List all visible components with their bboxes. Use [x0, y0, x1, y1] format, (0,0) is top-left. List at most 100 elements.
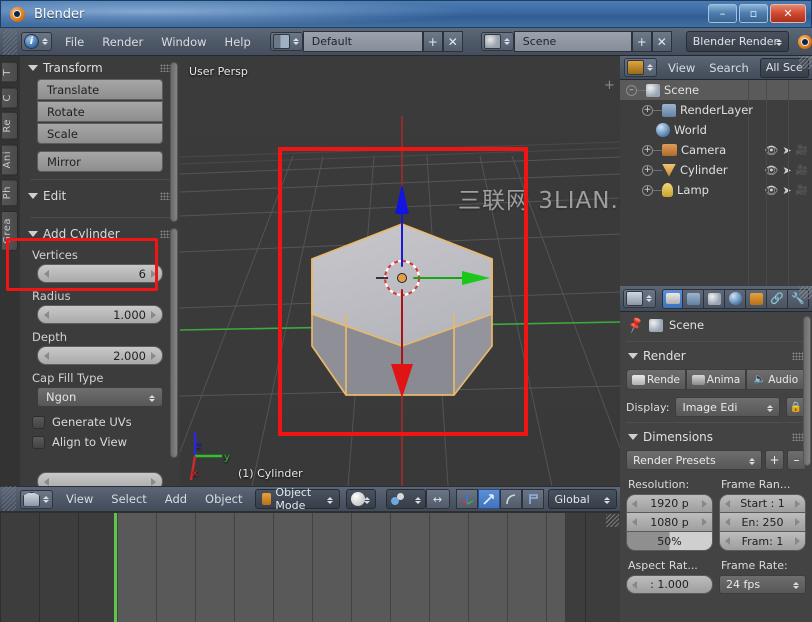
menu-render[interactable]: Render [93, 29, 152, 55]
timeline-playhead[interactable] [114, 513, 117, 622]
manipulator-toggle-button[interactable]: ↔ [425, 489, 450, 509]
properties-tab-world[interactable] [725, 288, 746, 309]
screen-layout-selector[interactable] [269, 32, 303, 51]
timeline-editor[interactable] [0, 511, 620, 622]
transform-orientation-selector[interactable]: Global [547, 489, 617, 509]
cursor-select-icon[interactable]: ➤ [782, 144, 791, 157]
decrement-arrow-icon[interactable] [632, 500, 637, 508]
outliner-row-world[interactable]: World [620, 120, 812, 140]
menu-select[interactable]: Select [102, 486, 155, 512]
resolution-x-input[interactable]: 1920 p [626, 494, 713, 513]
resolution-percentage-input[interactable]: 50% [626, 532, 713, 551]
maximize-button[interactable]: ▫ [739, 4, 768, 23]
camera-render-icon[interactable]: 🎥 [796, 165, 808, 176]
panel-header-add-cylinder[interactable]: Add Cylinder [20, 222, 180, 245]
translate-button[interactable]: Translate [37, 79, 163, 100]
outliner-row-camera[interactable]: + Camera 👁 ➤ 🎥 [620, 140, 812, 160]
add-preset-button[interactable]: + [765, 450, 784, 470]
decrement-arrow-icon[interactable] [632, 581, 637, 589]
decrement-arrow-icon[interactable] [44, 311, 49, 319]
increment-arrow-icon[interactable] [151, 270, 156, 278]
menu-help[interactable]: Help [216, 29, 260, 55]
toolshelf-scrollbar-upper[interactable] [170, 62, 178, 222]
cursor-select-icon[interactable]: ➤ [782, 184, 791, 197]
properties-tab-constraints[interactable]: 🔗 [767, 288, 788, 309]
frame-end-input[interactable]: En: 250 [719, 513, 806, 532]
minimize-button[interactable]: – [708, 4, 737, 23]
screen-layout-name[interactable]: Default [302, 31, 423, 52]
tool-tab-tools[interactable]: T [2, 62, 18, 83]
tool-tab-physics[interactable]: Ph [2, 179, 18, 207]
close-button[interactable]: ✕ [770, 4, 806, 23]
cap-fill-type-select[interactable]: Ngon [37, 387, 163, 407]
toolshelf-scrollbar-lower[interactable] [170, 228, 178, 458]
increment-arrow-icon[interactable] [151, 352, 156, 360]
decrement-arrow-icon[interactable] [725, 518, 730, 526]
interaction-mode-selector[interactable]: Object Mode [254, 486, 340, 512]
pivot-point-selector[interactable] [385, 489, 426, 509]
increment-arrow-icon[interactable] [795, 518, 800, 526]
expand-icon[interactable]: + [642, 144, 653, 156]
frame-step-input[interactable]: Fram: 1 [719, 532, 806, 551]
panel-header-transform[interactable]: Transform [20, 56, 180, 79]
pin-icon[interactable]: 📌 [626, 316, 645, 334]
render-image-button[interactable]: Rende [626, 369, 686, 390]
add-layout-button[interactable]: + [422, 31, 443, 52]
location-x-input[interactable] [37, 472, 163, 486]
menu-file[interactable]: File [56, 29, 93, 55]
increment-arrow-icon[interactable] [795, 500, 800, 508]
outliner-row-renderlayer[interactable]: + RenderLayer [620, 100, 812, 120]
increment-arrow-icon[interactable] [702, 518, 707, 526]
frame-start-input[interactable]: Start : 1 [719, 494, 806, 513]
radius-input[interactable]: 1.000 [37, 305, 163, 324]
depth-input[interactable]: 2.000 [37, 346, 163, 365]
mirror-button[interactable]: Mirror [37, 151, 163, 172]
frame-rate-select[interactable]: 24 fps [719, 575, 806, 594]
outliner-row-cylinder[interactable]: + Cylinder 👁 ➤ 🎥 [620, 160, 812, 180]
scale-button[interactable]: Scale [37, 123, 163, 144]
camera-render-icon[interactable]: 🎥 [796, 185, 808, 196]
corner-grip-icon[interactable] [799, 286, 812, 299]
menu-window[interactable]: Window [152, 29, 215, 55]
menu-add[interactable]: Add [156, 486, 196, 512]
increment-arrow-icon[interactable] [151, 311, 156, 319]
delete-layout-button[interactable]: ✕ [442, 31, 463, 52]
generate-uvs-checkbox[interactable]: Generate UVs [20, 412, 180, 432]
outliner-menu-view[interactable]: View [661, 57, 702, 79]
properties-tab-render[interactable] [662, 288, 683, 309]
decrement-arrow-icon[interactable] [632, 518, 637, 526]
scene-selector[interactable] [480, 32, 514, 51]
manipulator-extra-button[interactable] [521, 489, 544, 509]
decrement-arrow-icon[interactable] [44, 352, 49, 360]
render-animation-button[interactable]: Anima [686, 369, 746, 390]
expand-icon[interactable]: + [642, 184, 653, 196]
tool-tab-create[interactable]: C [2, 86, 18, 109]
viewport-shading-selector[interactable] [345, 489, 376, 509]
camera-render-icon[interactable]: 🎥 [796, 145, 808, 156]
panel-header-dimensions[interactable]: Dimensions [620, 426, 812, 448]
outliner-menu-search[interactable]: Search [702, 57, 756, 79]
editor-type-selector-outliner[interactable] [624, 58, 657, 77]
increment-arrow-icon[interactable] [795, 537, 800, 545]
properties-tab-render-layers[interactable] [683, 288, 704, 309]
add-scene-button[interactable]: + [631, 31, 652, 52]
properties-tab-scene[interactable] [704, 288, 725, 309]
outliner-row-scene[interactable]: – Scene [620, 80, 812, 100]
delete-scene-button[interactable]: ✕ [651, 31, 672, 52]
render-presets-select[interactable]: Render Presets [626, 450, 762, 470]
editor-type-selector-info[interactable]: i [21, 32, 52, 51]
toggle-properties-region-icon[interactable]: + [603, 79, 616, 93]
aspect-ratio-x-input[interactable]: : 1.000 [626, 575, 713, 594]
panel-header-edit[interactable]: Edit [20, 184, 180, 207]
outliner-row-lamp[interactable]: + Lamp 👁 ➤ 🎥 [620, 180, 812, 200]
tool-tab-grease-pencil[interactable]: Grea [2, 210, 18, 251]
render-audio-button[interactable]: 🔈 Audio [746, 369, 806, 390]
tool-tab-animation[interactable]: Ani [2, 143, 18, 176]
tool-tab-relations[interactable]: Re [2, 112, 18, 140]
corner-grip-icon[interactable] [606, 514, 619, 527]
corner-grip-icon[interactable] [799, 56, 812, 69]
collapse-icon[interactable]: – [626, 84, 637, 96]
rotate-button[interactable]: Rotate [37, 101, 163, 122]
decrement-arrow-icon[interactable] [44, 478, 49, 486]
decrement-arrow-icon[interactable] [725, 537, 730, 545]
